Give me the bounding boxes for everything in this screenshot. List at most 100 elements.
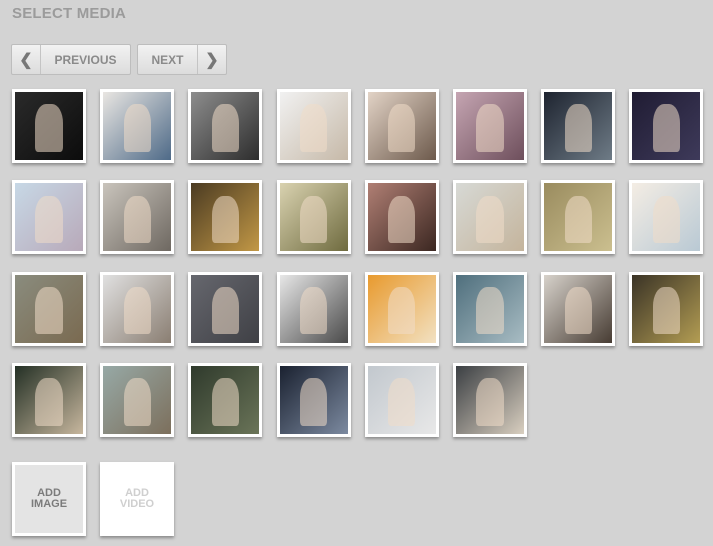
thumbnail-subject <box>299 104 328 152</box>
media-thumbnail[interactable] <box>12 271 86 346</box>
thumbnail-subject <box>35 286 63 335</box>
thumbnail-image <box>632 183 701 252</box>
thumbnail-image <box>367 365 436 434</box>
media-thumbnail[interactable] <box>100 89 175 163</box>
thumbnail-image <box>191 92 260 160</box>
thumbnail-subject <box>652 286 680 335</box>
thumbnail-image <box>456 274 524 343</box>
thumbnail-image <box>279 365 348 434</box>
thumbnail-subject <box>652 195 680 244</box>
thumbnail-subject <box>388 104 416 152</box>
media-thumbnail[interactable] <box>276 180 351 255</box>
thumbnail-subject <box>652 104 680 152</box>
media-thumbnail[interactable] <box>453 89 527 163</box>
add-image-label: ADD IMAGE <box>30 487 68 510</box>
media-thumbnail[interactable] <box>541 180 616 255</box>
thumbnail-image <box>456 183 524 252</box>
thumbnail-image <box>456 92 524 160</box>
media-thumbnail[interactable] <box>276 89 351 163</box>
thumbnail-image <box>15 183 83 252</box>
media-thumbnail[interactable] <box>629 271 704 346</box>
media-thumbnail[interactable] <box>12 362 86 437</box>
thumbnail-subject <box>299 286 328 335</box>
media-thumbnail[interactable] <box>364 362 439 437</box>
media-thumbnail[interactable] <box>364 89 439 163</box>
media-thumbnail[interactable] <box>541 89 616 163</box>
media-thumbnail[interactable] <box>453 271 527 346</box>
media-thumbnail[interactable] <box>188 89 263 163</box>
thumbnail-subject <box>211 104 239 152</box>
thumbnail-subject <box>476 378 504 426</box>
media-thumbnail[interactable] <box>364 180 439 255</box>
thumbnail-subject <box>476 286 504 335</box>
add-image-tile: ADD IMAGE <box>15 465 83 533</box>
media-thumbnail[interactable] <box>188 180 263 255</box>
thumbnail-subject <box>388 378 416 426</box>
media-thumbnail[interactable] <box>12 89 86 163</box>
thumbnail-image <box>632 274 701 343</box>
thumbnail-image <box>279 274 348 343</box>
media-thumbnail[interactable] <box>100 362 175 437</box>
thumbnail-subject <box>123 378 151 426</box>
thumbnail-subject <box>123 104 151 152</box>
thumbnail-image <box>544 183 613 252</box>
previous-button[interactable]: ❮ PREVIOUS <box>11 44 131 75</box>
previous-label: PREVIOUS <box>54 52 117 67</box>
thumbnail-image <box>103 183 172 252</box>
thumbnail-subject <box>123 195 151 244</box>
thumbnail-subject <box>564 195 592 244</box>
media-thumbnail[interactable] <box>453 180 527 255</box>
chevron-right-icon: ❯ <box>205 51 219 69</box>
add-image-button[interactable]: ADD IMAGE <box>12 462 86 536</box>
thumbnail-image <box>544 92 613 160</box>
thumbnail-subject <box>564 286 592 335</box>
media-thumbnail[interactable] <box>541 271 616 346</box>
media-thumbnail[interactable] <box>276 271 351 346</box>
thumbnail-subject <box>388 286 416 335</box>
next-label: NEXT <box>151 52 184 67</box>
add-video-label: ADD VIDEO <box>119 487 155 510</box>
next-button[interactable]: NEXT ❯ <box>137 44 227 75</box>
thumbnail-image <box>279 183 348 252</box>
thumbnail-image <box>103 92 172 160</box>
thumbnail-image <box>191 183 260 252</box>
thumbnail-subject <box>211 195 239 244</box>
thumbnail-subject <box>35 378 63 426</box>
media-thumbnail[interactable] <box>12 180 86 255</box>
thumbnail-image <box>367 92 436 160</box>
media-thumbnail[interactable] <box>276 362 351 437</box>
thumbnail-subject <box>476 195 504 244</box>
thumbnail-image <box>15 92 83 160</box>
thumbnail-image <box>632 92 701 160</box>
media-thumbnail[interactable] <box>100 271 175 346</box>
media-thumbnail[interactable] <box>453 362 527 437</box>
chevron-left-icon: ❮ <box>19 51 33 69</box>
thumbnail-subject <box>564 104 592 152</box>
thumbnail-image <box>367 183 436 252</box>
media-thumbnail[interactable] <box>188 271 263 346</box>
thumbnail-image <box>191 365 260 434</box>
page-title: SELECT MEDIA <box>12 5 127 22</box>
thumbnail-image <box>456 365 524 434</box>
thumbnail-subject <box>211 286 239 335</box>
thumbnail-image <box>191 274 260 343</box>
thumbnail-subject <box>211 378 239 426</box>
media-thumbnail[interactable] <box>100 180 175 255</box>
thumbnail-subject <box>476 104 504 152</box>
add-video-button[interactable]: ADD VIDEO <box>100 462 174 536</box>
thumbnail-subject <box>299 195 328 244</box>
thumbnail-subject <box>388 195 416 244</box>
thumbnail-image <box>103 365 172 434</box>
thumbnail-subject <box>35 104 63 152</box>
thumbnail-image <box>279 92 348 160</box>
thumbnail-subject <box>35 195 63 244</box>
thumbnail-image <box>15 365 83 434</box>
thumbnail-image <box>544 274 613 343</box>
media-thumbnail[interactable] <box>188 362 263 437</box>
media-thumbnail[interactable] <box>629 89 704 163</box>
thumbnail-image <box>367 274 436 343</box>
media-thumbnail[interactable] <box>364 271 439 346</box>
thumbnail-subject <box>299 378 328 426</box>
media-thumbnail[interactable] <box>629 180 704 255</box>
thumbnail-subject <box>123 286 151 335</box>
